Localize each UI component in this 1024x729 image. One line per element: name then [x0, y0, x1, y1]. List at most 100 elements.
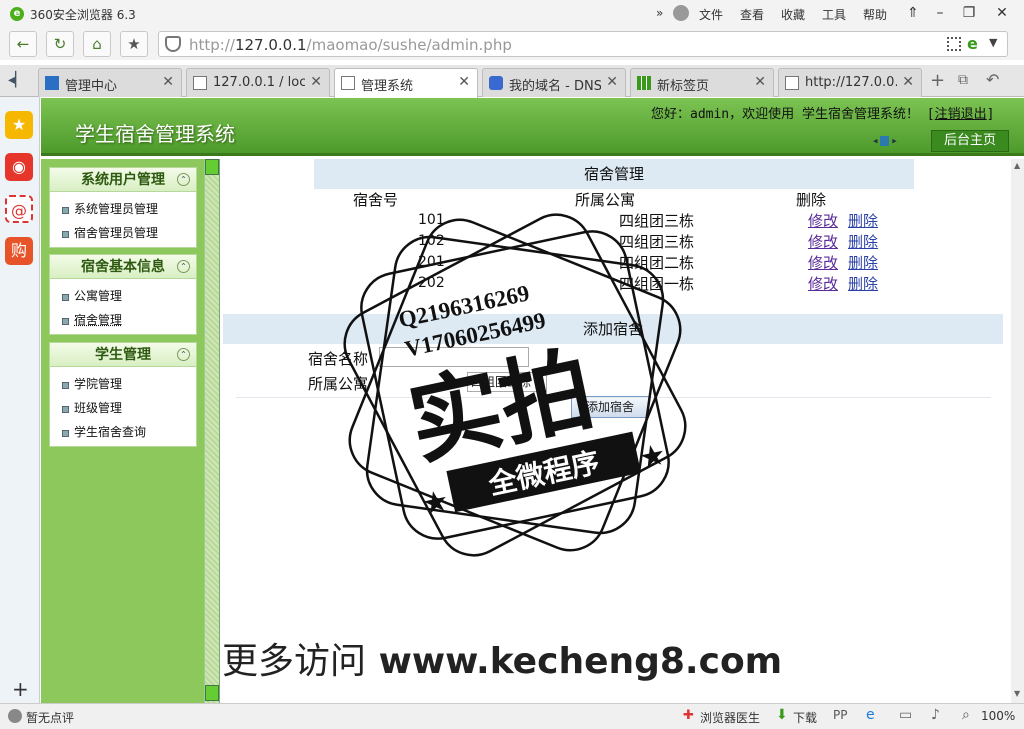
column-header-delete: 删除 — [796, 191, 827, 209]
sidebar-item-system-admins[interactable]: 系统管理员管理 — [50, 197, 196, 221]
mail-icon[interactable]: @ — [5, 195, 33, 223]
sidebar-item-classes[interactable]: 班级管理 — [50, 396, 196, 420]
close-icon[interactable]: ✕ — [902, 74, 914, 90]
vertical-scrollbar[interactable]: ▲ ▼ — [1011, 159, 1024, 703]
page-icon — [341, 76, 355, 90]
rating-text[interactable]: 暂无点评 — [26, 709, 74, 726]
qr-code-icon[interactable] — [947, 37, 961, 51]
admin-home-button[interactable]: 后台主页 — [931, 130, 1009, 152]
star-icon: ★ — [638, 440, 668, 473]
tab-localhost[interactable]: 127.0.0.1 / localh ✕ — [186, 68, 330, 97]
scroll-up-icon[interactable]: ▲ — [1014, 161, 1020, 170]
edit-link[interactable]: 修改 — [808, 210, 838, 231]
sidebar-item-dorm-admins[interactable]: 宿舍管理员管理 — [50, 221, 196, 245]
back-arrow-icon[interactable]: ← — [9, 31, 37, 57]
page-icon — [193, 76, 207, 90]
weibo-icon[interactable]: ◉ — [5, 153, 33, 181]
panel-header[interactable]: 宿舍基本信息 ⌃ — [50, 255, 196, 279]
stamp-overlay: Q2196316269 V17060256499 实拍 全微程序 ★ ★ — [343, 213, 687, 557]
more-chevron-icon[interactable]: » — [656, 6, 663, 20]
edit-link[interactable]: 修改 — [808, 252, 838, 273]
undo-close-icon[interactable]: ↶ — [986, 70, 999, 89]
menu-view[interactable]: 查看 — [740, 6, 764, 23]
sidebar-item-apartments[interactable]: 公寓管理 — [50, 284, 196, 308]
sidebar-item-dorms[interactable]: 宿舍管理 — [50, 308, 196, 332]
app-title: 360安全浏览器 6.3 — [30, 8, 136, 22]
home-icon[interactable]: ⌂ — [83, 31, 111, 57]
user-avatar-icon[interactable] — [673, 5, 689, 21]
sidebar-toggle-icon[interactable]: ◂▏ — [8, 72, 26, 88]
close-icon[interactable]: ✕ — [458, 74, 470, 90]
address-bar[interactable]: http://127.0.0.1/maomao/sushe/admin.php … — [158, 31, 1008, 57]
menu-help[interactable]: 帮助 — [863, 6, 887, 23]
browser-sidebar: ★ ◉ @ 购 + — [0, 97, 40, 703]
volume-icon[interactable]: ♪ — [931, 707, 940, 723]
collapse-icon[interactable]: ⌃ — [177, 260, 190, 273]
welcome-text: 您好：admin，欢迎使用 学生宿舍管理系统！ [注销退出] — [651, 107, 995, 122]
splitter-up-handle[interactable] — [205, 159, 219, 175]
refresh-icon[interactable]: ↻ — [46, 31, 74, 57]
browser-statusbar: 暂无点评 ✚ 浏览器医生 ⬇ 下载 PP e ▭ ♪ ⌕ 100% — [0, 703, 1024, 729]
download-link[interactable]: 下载 — [793, 709, 817, 726]
shopping-icon[interactable]: 购 — [5, 237, 33, 265]
panel-students: 学生管理 ⌃ 学院管理 班级管理 学生宿舍查询 — [49, 342, 197, 447]
star-icon: ★ — [421, 486, 451, 519]
close-window-button[interactable]: ✕ — [991, 3, 1013, 23]
tab-management-system[interactable]: 管理系统 ✕ — [334, 68, 478, 98]
doctor-icon: ✚ — [683, 708, 694, 723]
minimize-button[interactable]: – — [929, 3, 951, 23]
tab-list-icon[interactable]: ⧉ — [958, 72, 968, 88]
speed-icon[interactable]: PP — [833, 708, 847, 722]
close-icon[interactable]: ✕ — [162, 74, 174, 90]
ie-icon[interactable]: e — [866, 707, 875, 723]
collapse-icon[interactable]: ⌃ — [177, 348, 190, 361]
delete-link[interactable]: 删除 — [848, 252, 878, 273]
menu-favorites[interactable]: 收藏 — [781, 6, 805, 23]
frame-splitter[interactable] — [204, 159, 220, 703]
restore-button[interactable]: ❐ — [958, 3, 980, 23]
new-tab-plus-icon[interactable]: + — [930, 70, 945, 91]
zoom-icon[interactable]: ⌕ — [962, 707, 970, 723]
admin-sidebar: 系统用户管理 ⌃ 系统管理员管理 宿舍管理员管理 宿舍基本信息 ⌃ 公寓管理 宿舍管… — [41, 159, 204, 703]
browser-doctor-link[interactable]: 浏览器医生 — [700, 709, 760, 726]
pager-icon[interactable]: ◂ ▸ — [873, 136, 897, 147]
add-plus-icon[interactable]: + — [12, 677, 29, 701]
address-url[interactable]: http://127.0.0.1/maomao/sushe/admin.php — [189, 36, 512, 54]
delete-link[interactable]: 删除 — [848, 231, 878, 252]
panel-header[interactable]: 系统用户管理 ⌃ — [50, 168, 196, 192]
scroll-down-icon[interactable]: ▼ — [1014, 689, 1020, 698]
close-icon[interactable]: ✕ — [606, 74, 618, 90]
tab-admin-center[interactable]: 管理中心 ✕ — [38, 68, 182, 97]
section-title-dorm-management: 宿舍管理 — [314, 159, 914, 189]
screen-icon[interactable]: ▭ — [899, 707, 912, 723]
chevron-down-icon[interactable]: ▼ — [989, 36, 997, 49]
browser-logo-icon: e — [10, 7, 24, 21]
tab-localhost-2[interactable]: http://127.0.0.1/m ✕ — [778, 68, 922, 97]
zoom-level[interactable]: 100% — [981, 709, 1015, 723]
logout-link[interactable]: 注销退出 — [935, 107, 987, 122]
delete-link[interactable]: 删除 — [848, 273, 878, 294]
collapse-icon[interactable]: ⌃ — [177, 173, 190, 186]
splitter-down-handle[interactable] — [205, 685, 219, 701]
edit-link[interactable]: 修改 — [808, 273, 838, 294]
page-icon — [785, 76, 799, 90]
menu-file[interactable]: 文件 — [699, 6, 723, 23]
tab-dnspod[interactable]: 我的域名 - DNSPo ✕ — [482, 68, 626, 97]
edit-link[interactable]: 修改 — [808, 231, 838, 252]
delete-link[interactable]: 删除 — [848, 210, 878, 231]
star-icon[interactable]: ★ — [120, 31, 148, 57]
browser-titlebar: e 360安全浏览器 6.3 » 文件 查看 收藏 工具 帮助 ⇑ – ❐ ✕ — [0, 0, 1024, 28]
ie-engine-icon[interactable]: e — [967, 34, 978, 53]
tab-new-tab[interactable]: 新标签页 ✕ — [630, 68, 774, 97]
sidebar-item-colleges[interactable]: 学院管理 — [50, 372, 196, 396]
panel-header[interactable]: 学生管理 ⌃ — [50, 343, 196, 367]
menu-tools[interactable]: 工具 — [822, 6, 846, 23]
grid-icon — [637, 76, 651, 90]
close-icon[interactable]: ✕ — [754, 74, 766, 90]
sidebar-item-student-dorm-query[interactable]: 学生宿舍查询 — [50, 420, 196, 444]
close-icon[interactable]: ✕ — [310, 74, 322, 90]
site-favicon-icon — [45, 76, 59, 90]
skin-icon[interactable]: ⇑ — [902, 3, 924, 23]
system-title: 学生宿舍管理系统 — [75, 122, 235, 146]
favorites-star-icon[interactable]: ★ — [5, 111, 33, 139]
